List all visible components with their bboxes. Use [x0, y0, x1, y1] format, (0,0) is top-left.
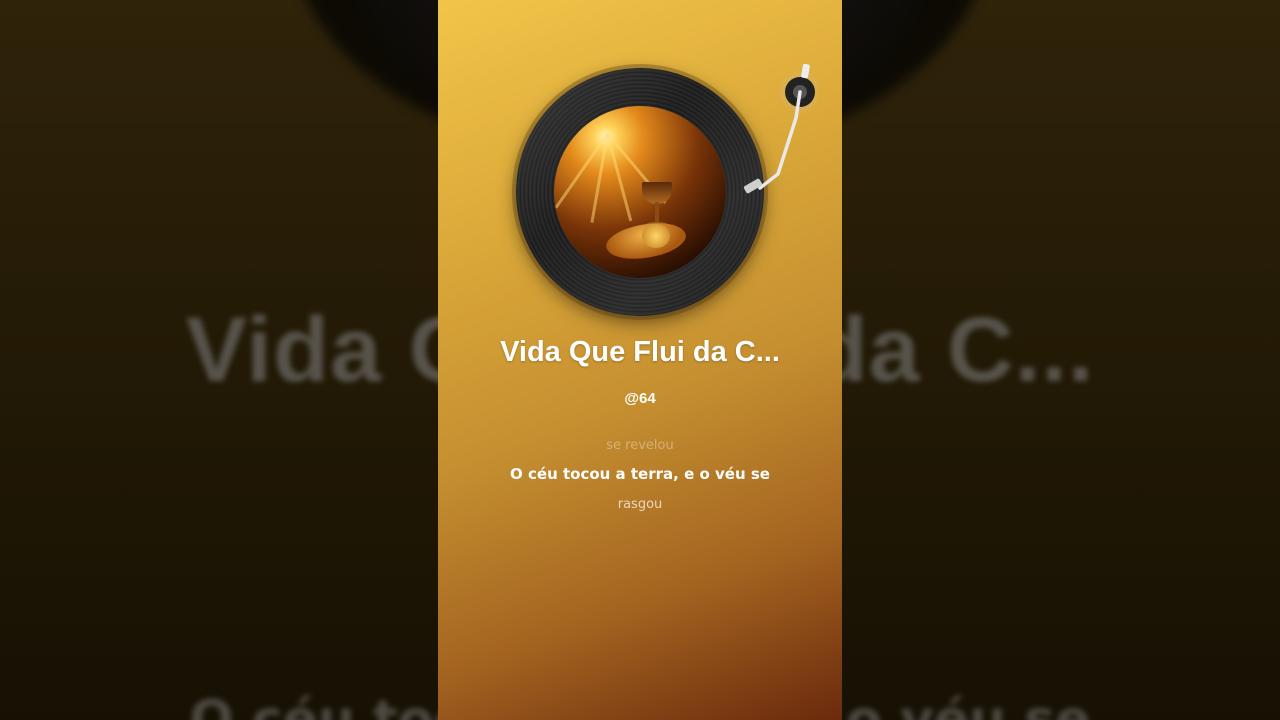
lyric-next-line: rasgou: [617, 497, 663, 512]
chalice-shape: [642, 182, 672, 204]
lyric-current-line: O céu tocou a terra, e o véu se: [510, 465, 770, 483]
song-title: Vida Que Flui da C...: [500, 336, 780, 368]
bread-detail: [642, 224, 670, 248]
album-cover: [554, 106, 726, 278]
artist-handle[interactable]: @64: [438, 390, 842, 407]
chalice-stem: [655, 202, 659, 224]
player-card: Vida Que Flui da C... @64 se revelou O c…: [438, 0, 842, 720]
vinyl-record-icon: [516, 68, 764, 316]
lyric-previous-line: se revelou: [606, 438, 674, 453]
tonearm-icon: [743, 63, 818, 194]
